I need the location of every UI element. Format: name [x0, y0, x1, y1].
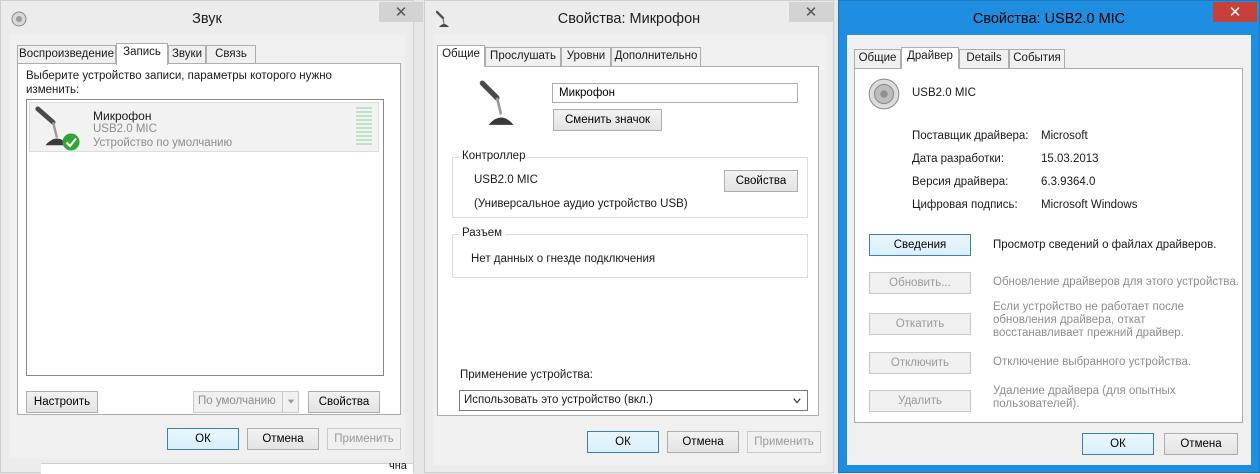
recording-tab-panel: Выберите устройство записи, параметры ко…	[17, 63, 401, 415]
date-value: 15.03.2013	[1041, 153, 1099, 165]
level-meter	[356, 107, 372, 147]
default-button-label: По умолчанию	[198, 395, 276, 407]
mic-window-titlebar[interactable]: Свойства: Микрофон ✕	[425, 1, 833, 35]
cancel-button[interactable]: Отмена	[247, 428, 319, 450]
rollback-driver-button[interactable]: Откатить	[869, 313, 971, 335]
tab-communications[interactable]: Связь	[206, 45, 256, 64]
disable-device-button[interactable]: Отключить	[869, 352, 971, 374]
date-label: Дата разработки:	[912, 153, 1005, 165]
sound-client-area: Воспроизведение Запись Звуки Связь Выбер…	[9, 35, 405, 459]
properties-button[interactable]: Свойства	[308, 391, 380, 413]
underlying-text-fragment: чна	[389, 460, 407, 472]
controller-group: Контроллер USB2.0 MIC Свойства (Универса…	[452, 150, 808, 218]
version-label: Версия драйвера:	[912, 176, 1009, 188]
mic-properties-window: Свойства: Микрофон ✕ Общие Прослушать Ур…	[424, 0, 834, 473]
ok-button[interactable]: ОК	[587, 431, 659, 453]
usb-client-area: Общие Драйвер Details События USB2.0 MIC…	[847, 35, 1251, 465]
driver-details-desc: Просмотр сведений о файлах драйверов.	[993, 239, 1217, 251]
driver-tab-panel: USB2.0 MIC Поставщик драйвера: Microsoft…	[854, 68, 1243, 423]
mic-client-area: Общие Прослушать Уровни Дополнительно См…	[433, 35, 827, 465]
jack-info-text: Нет данных о гнезде подключения	[471, 253, 656, 265]
usb-window-titlebar[interactable]: Свойства: USB2.0 MIC ✕	[839, 1, 1259, 35]
signature-value: Microsoft Windows	[1041, 199, 1138, 211]
general-tab-panel: Сменить значок Контроллер USB2.0 MIC Сво…	[437, 66, 819, 416]
tab-advanced[interactable]: Дополнительно	[611, 47, 701, 66]
chevron-down-icon	[287, 399, 295, 404]
instruction-text: Выберите устройство записи, параметры ко…	[26, 70, 332, 96]
device-name-input[interactable]	[552, 83, 798, 103]
change-icon-button[interactable]: Сменить значок	[553, 109, 662, 131]
update-driver-button[interactable]: Обновить...	[869, 272, 971, 294]
sound-window-titlebar[interactable]: Звук ✕	[1, 1, 423, 35]
apply-button[interactable]: Применить	[747, 431, 821, 453]
window-title: Звук	[192, 11, 222, 27]
update-driver-desc: Обновление драйверов для этого устройств…	[993, 276, 1239, 288]
usb-properties-window: Свойства: USB2.0 MIC ✕ Общие Драйвер Det…	[838, 0, 1260, 473]
checkmark-icon	[62, 133, 80, 151]
speaker-icon	[868, 78, 900, 110]
close-button[interactable]: ✕	[789, 2, 833, 22]
uninstall-driver-button[interactable]: Удалить	[869, 390, 971, 412]
jack-group-label: Разъем	[459, 227, 506, 239]
usb-tabs: Общие Драйвер Details События	[854, 47, 1244, 69]
device-list[interactable]: Микрофон USB2.0 MIC Устройство по умолча…	[26, 99, 384, 376]
controller-properties-button[interactable]: Свойства	[724, 170, 798, 192]
controller-name: USB2.0 MIC	[474, 174, 538, 186]
controller-group-label: Контроллер	[459, 150, 529, 162]
chevron-down-icon	[793, 398, 801, 404]
ok-button[interactable]: ОК	[1082, 433, 1154, 455]
default-dropdown[interactable]	[282, 392, 298, 412]
underlying-window-strip: чна	[41, 460, 413, 474]
version-value: 6.3.9364.0	[1041, 176, 1096, 188]
uninstall-driver-desc: Удаление драйвера (для опытных пользоват…	[993, 385, 1176, 410]
device-name: USB2.0 MIC	[912, 87, 976, 99]
provider-value: Microsoft	[1041, 130, 1088, 142]
tab-details[interactable]: Details	[959, 49, 1009, 68]
provider-label: Поставщик драйвера:	[912, 130, 1029, 142]
close-button[interactable]: ✕	[379, 2, 423, 22]
microphone-icon	[479, 80, 514, 125]
close-button[interactable]: ✕	[1213, 2, 1257, 22]
rollback-driver-desc: Если устройство не работает после обновл…	[993, 301, 1185, 339]
cancel-button[interactable]: Отмена	[667, 431, 739, 453]
default-split-button[interactable]: По умолчанию	[193, 391, 299, 413]
device-name: Микрофон	[93, 109, 152, 123]
configure-button[interactable]: Настроить	[26, 391, 98, 413]
tab-general[interactable]: Общие	[854, 49, 901, 68]
tab-general[interactable]: Общие	[437, 45, 485, 67]
device-item-microphone[interactable]: Микрофон USB2.0 MIC Устройство по умолча…	[29, 102, 379, 152]
device-status: Устройство по умолчанию	[93, 137, 233, 149]
tab-playback[interactable]: Воспроизведение	[17, 45, 116, 64]
tab-events[interactable]: События	[1009, 49, 1065, 68]
ok-button[interactable]: ОК	[167, 428, 239, 450]
disable-device-desc: Отключение выбранного устройства.	[993, 356, 1192, 368]
sound-tabs: Воспроизведение Запись Звуки Связь	[17, 43, 397, 65]
window-title: Свойства: USB2.0 MIC	[972, 11, 1126, 27]
cancel-button[interactable]: Отмена	[1164, 433, 1238, 455]
controller-description: (Универсальное аудио устройство USB)	[474, 198, 688, 210]
tab-recording[interactable]: Запись	[116, 43, 168, 65]
signature-label: Цифровая подпись:	[912, 199, 1018, 211]
jack-group: Разъем Нет данных о гнезде подключения	[452, 227, 808, 278]
mic-tabs: Общие Прослушать Уровни Дополнительно	[437, 45, 817, 67]
device-usage-label: Применение устройства:	[460, 369, 593, 381]
device-usage-value: Использовать это устройство (вкл.)	[464, 394, 653, 406]
tab-listen[interactable]: Прослушать	[485, 47, 561, 66]
sound-window: Звук ✕ Воспроизведение Запись Звуки Связ…	[0, 0, 423, 474]
window-title: Свойства: Микрофон	[557, 11, 701, 27]
tab-driver[interactable]: Драйвер	[901, 47, 959, 69]
apply-button[interactable]: Применить	[327, 428, 401, 450]
tab-sounds[interactable]: Звуки	[168, 45, 206, 64]
driver-details-button[interactable]: Сведения	[869, 234, 971, 256]
device-model: USB2.0 MIC	[93, 123, 157, 135]
device-usage-select[interactable]: Использовать это устройство (вкл.)	[459, 390, 808, 411]
tab-levels[interactable]: Уровни	[561, 47, 611, 66]
